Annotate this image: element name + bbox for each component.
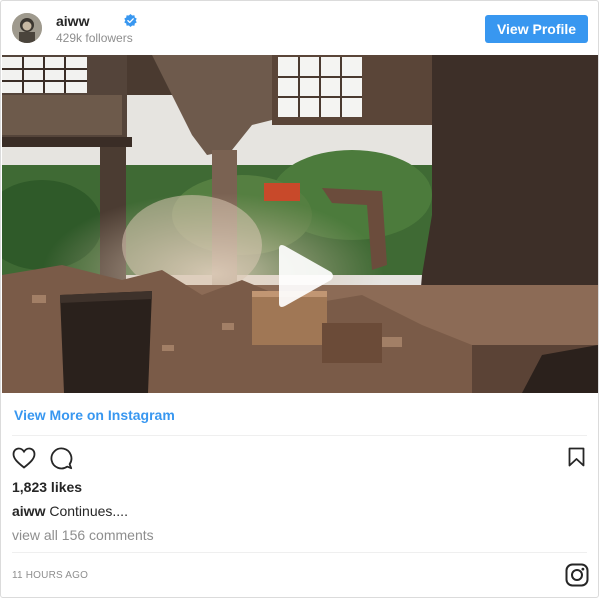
view-more-link[interactable]: View More on Instagram [14, 407, 175, 423]
view-profile-button[interactable]: View Profile [485, 15, 588, 43]
like-count[interactable]: 1,823 likes [12, 479, 82, 495]
view-comments-link[interactable]: view all 156 comments [12, 527, 154, 543]
divider [12, 435, 587, 436]
follower-count: 429k followers [56, 31, 133, 45]
post-header: aiww 429k followers View Profile [1, 1, 598, 55]
divider [12, 552, 587, 553]
bookmark-icon[interactable] [568, 447, 585, 467]
video-thumbnail [2, 55, 598, 393]
avatar[interactable] [12, 13, 42, 43]
caption-text: Continues.... [49, 503, 128, 519]
play-icon[interactable] [273, 243, 335, 309]
heart-icon[interactable] [12, 447, 36, 469]
comment-icon[interactable] [49, 446, 73, 470]
post-caption: aiww Continues.... [12, 503, 128, 519]
username[interactable]: aiww [56, 13, 89, 29]
instagram-embed-card: aiww 429k followers View Profile View Mo… [0, 0, 599, 598]
post-video[interactable] [2, 55, 598, 393]
caption-username[interactable]: aiww [12, 503, 45, 519]
instagram-logo-icon[interactable] [565, 563, 589, 587]
verified-badge-icon [124, 14, 137, 27]
post-timestamp: 11 HOURS AGO [12, 570, 89, 581]
